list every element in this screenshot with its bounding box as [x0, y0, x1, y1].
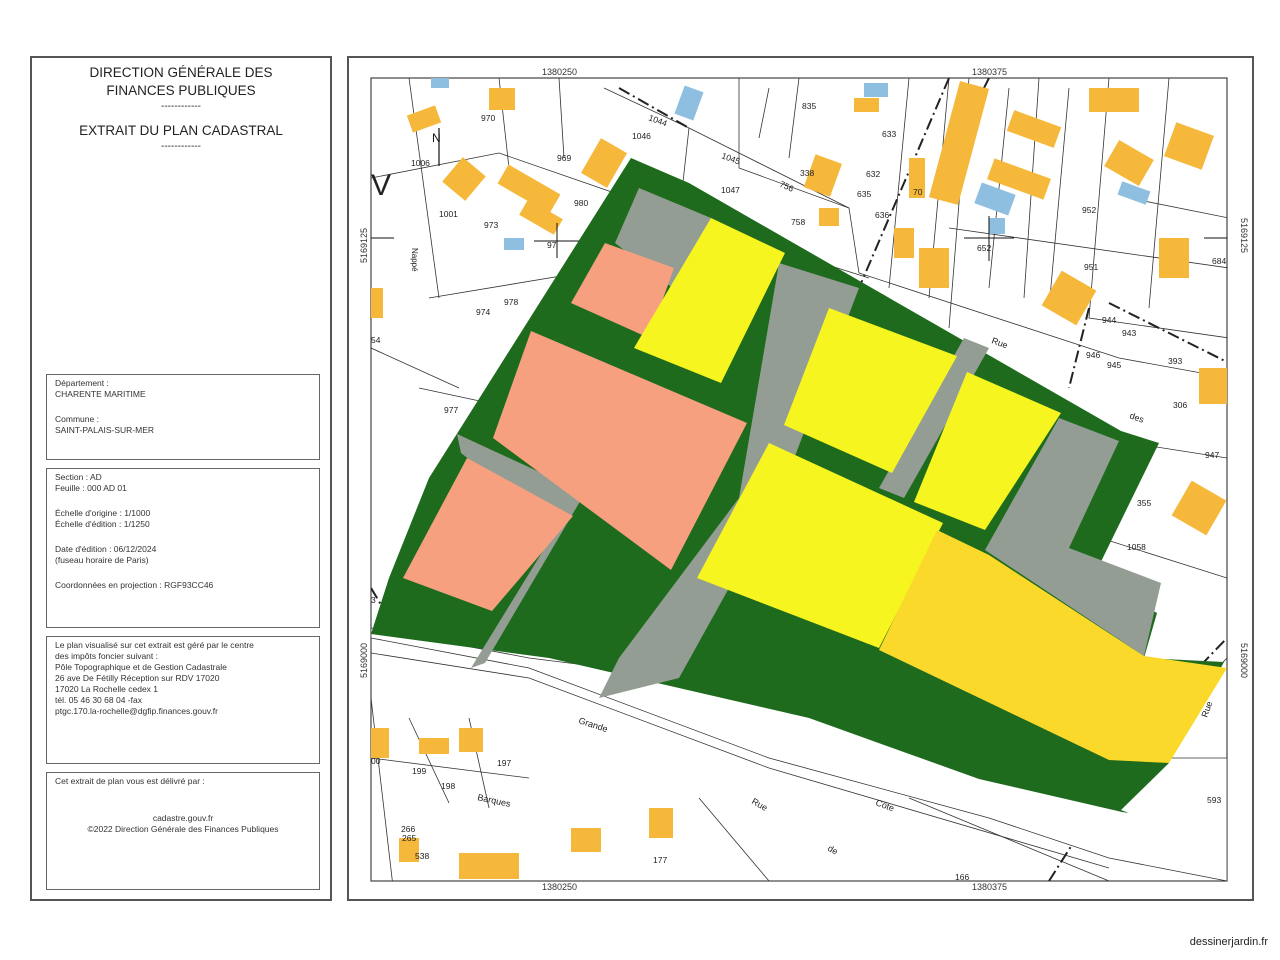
svg-text:974: 974 [476, 307, 490, 317]
centre-line4: 26 ave De Fétilly Réception sur RDV 1702… [55, 673, 220, 683]
separator-1: ------------ [161, 101, 201, 112]
svg-text:3: 3 [371, 595, 376, 605]
section-label: Section : AD [55, 472, 102, 482]
delivery-site: cadastre.gouv.fr [152, 813, 214, 823]
svg-text:952: 952 [1082, 205, 1096, 215]
svg-text:1046: 1046 [632, 131, 651, 141]
svg-text:635: 635 [857, 189, 871, 199]
svg-text:758: 758 [791, 217, 805, 227]
svg-text:198: 198 [441, 781, 455, 791]
svg-text:355: 355 [1137, 498, 1151, 508]
centre-line7: ptgc.170.la-rochelle@dgfip.finances.gouv… [55, 706, 218, 716]
svg-text:00: 00 [371, 756, 381, 766]
svg-text:652: 652 [977, 243, 991, 253]
svg-text:197: 197 [497, 758, 511, 768]
svg-text:945: 945 [1107, 360, 1121, 370]
svg-text:633: 633 [882, 129, 896, 139]
svg-text:5169000: 5169000 [1239, 643, 1249, 678]
svg-text:199: 199 [412, 766, 426, 776]
svg-text:1380250: 1380250 [542, 882, 577, 892]
centre-line3: Pôle Topographique et de Gestion Cadastr… [55, 662, 227, 672]
svg-text:393: 393 [1168, 356, 1182, 366]
svg-text:943: 943 [1122, 328, 1136, 338]
svg-text:969: 969 [557, 153, 571, 163]
centre-line6: tél. 05 46 30 68 04 -fax [55, 695, 142, 705]
centre-line2: des impôts foncier suivant : [55, 651, 158, 661]
svg-text:835: 835 [802, 101, 816, 111]
fuseau-horaire: (fuseau horaire de Paris) [55, 555, 149, 565]
svg-text:980: 980 [574, 198, 588, 208]
svg-text:N: N [432, 131, 441, 145]
svg-text:97: 97 [547, 240, 557, 250]
svg-text:970: 970 [481, 113, 495, 123]
svg-text:946: 946 [1086, 350, 1100, 360]
svg-text:266: 266 [401, 824, 415, 834]
svg-text:177: 177 [653, 855, 667, 865]
svg-text:5169000: 5169000 [359, 643, 369, 678]
svg-text:54: 54 [371, 335, 381, 345]
svg-text:1058: 1058 [1127, 542, 1146, 552]
delivery-copyright: ©2022 Direction Générale des Finances Pu… [87, 824, 279, 834]
svg-text:978: 978 [504, 297, 518, 307]
site-credit: dessinerjardin.fr [1189, 936, 1268, 948]
svg-text:1380250: 1380250 [542, 67, 577, 77]
svg-text:593: 593 [1207, 795, 1221, 805]
centre-line5: 17020 La Rochelle cedex 1 [55, 684, 159, 694]
map-panel: N V 970 1046 1044 835 633 1006 969 1045 … [347, 56, 1254, 901]
svg-text:636: 636 [875, 210, 889, 220]
delivery-line1: Cet extrait de plan vous est délivré par… [55, 776, 205, 786]
svg-text:951: 951 [1084, 262, 1098, 272]
department-label: Département : [55, 378, 109, 388]
separator-2: ------------ [161, 141, 201, 152]
svg-text:973: 973 [484, 220, 498, 230]
location-box: Département : CHARENTE MARITIME Commune … [46, 374, 320, 460]
svg-text:5169125: 5169125 [1239, 218, 1249, 253]
svg-text:338: 338 [800, 168, 814, 178]
street-letter-fragment: V [371, 169, 391, 202]
svg-text:1006: 1006 [411, 158, 430, 168]
department-value: CHARENTE MARITIME [55, 389, 146, 399]
svg-text:1380375: 1380375 [972, 882, 1007, 892]
svg-text:5169125: 5169125 [359, 228, 369, 263]
svg-text:1380375: 1380375 [972, 67, 1007, 77]
svg-text:947: 947 [1205, 450, 1219, 460]
svg-text:70: 70 [913, 187, 923, 197]
centre-line1: Le plan visualisé sur cet extrait est gé… [55, 640, 254, 650]
svg-text:166: 166 [955, 872, 969, 882]
echelle-edition: Échelle d'édition : 1/1250 [55, 519, 150, 529]
svg-text:1001: 1001 [439, 209, 458, 219]
info-panel: DIRECTION GÉNÉRALE DES FINANCES PUBLIQUE… [30, 56, 332, 901]
coordonnees: Coordonnées en projection : RGF93CC46 [55, 580, 214, 590]
svg-text:1047: 1047 [721, 185, 740, 195]
side-street-label: Nappé [410, 248, 419, 272]
centre-box: Le plan visualisé sur cet extrait est gé… [46, 636, 320, 764]
svg-text:977: 977 [444, 405, 458, 415]
feuille-label: Feuille : 000 AD 01 [55, 483, 127, 493]
svg-text:265: 265 [402, 833, 416, 843]
svg-text:306: 306 [1173, 400, 1187, 410]
svg-text:538: 538 [415, 851, 429, 861]
delivery-box: Cet extrait de plan vous est délivré par… [46, 772, 320, 890]
cadastral-map: N V 970 1046 1044 835 633 1006 969 1045 … [359, 67, 1249, 892]
svg-text:632: 632 [866, 169, 880, 179]
echelle-origine: Échelle d'origine : 1/1000 [55, 508, 151, 518]
svg-text:684: 684 [1212, 256, 1226, 266]
commune-label: Commune : [55, 414, 99, 424]
title-line1: DIRECTION GÉNÉRALE DES [89, 65, 273, 80]
date-edition: Date d'édition : 06/12/2024 [55, 544, 157, 554]
section-box: Section : AD Feuille : 000 AD 01 Échelle… [46, 468, 320, 628]
svg-text:944: 944 [1102, 315, 1116, 325]
commune-value: SAINT-PALAIS-SUR-MER [55, 425, 155, 435]
